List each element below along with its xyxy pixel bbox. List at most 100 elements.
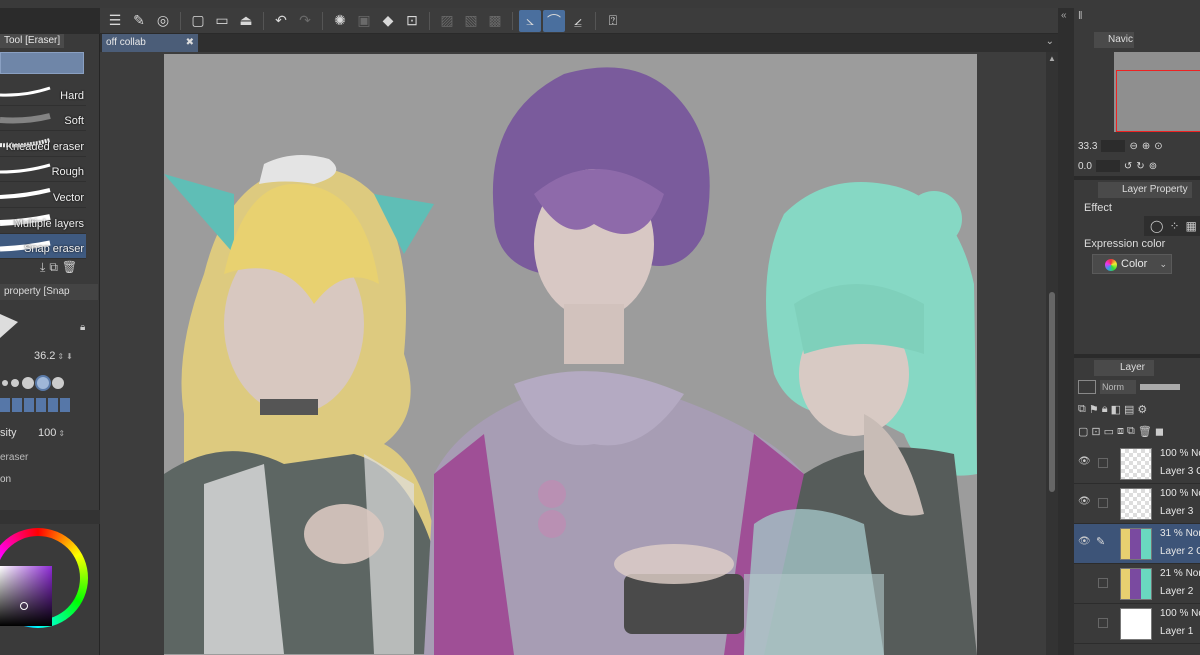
zoom-slider[interactable] [1101, 140, 1126, 152]
brush-item-soft[interactable]: Soft [0, 106, 86, 132]
select-frame-icon[interactable]: ▩ [484, 10, 506, 32]
density-preset[interactable] [36, 398, 46, 412]
sub-tool-group-header[interactable] [0, 52, 84, 74]
density-preset[interactable] [12, 398, 22, 412]
brush-item-vector[interactable]: Vector [0, 182, 86, 208]
clip-icon[interactable]: ⧉ [1078, 403, 1086, 416]
rotate-left-icon[interactable]: ↺ [1124, 161, 1132, 172]
new-raster-icon[interactable]: ▢ [1078, 425, 1088, 438]
layer-property-tab[interactable]: Layer Property [1098, 182, 1192, 198]
zoom-value[interactable]: 33.3 [1078, 141, 1097, 152]
rotate-right-icon[interactable]: ↻ [1136, 161, 1144, 172]
size-dot-preset[interactable] [37, 377, 49, 389]
open-icon[interactable]: ▭ [211, 10, 233, 32]
size-dot-preset[interactable] [2, 380, 8, 386]
size-dot-preset[interactable] [22, 377, 34, 389]
mask-icon[interactable]: ◧ [1111, 403, 1121, 416]
spin-arrows-icon[interactable]: ⇕ [57, 352, 64, 361]
brush-item-rough[interactable]: Rough [0, 157, 86, 183]
new-folder-icon[interactable]: ▭ [1104, 425, 1114, 438]
zoom-out-icon[interactable]: ⊖ [1129, 141, 1137, 152]
density-preset[interactable] [48, 398, 58, 412]
navigator-tab[interactable]: Navic [1094, 32, 1134, 48]
deselect-icon[interactable]: ▨ [436, 10, 458, 32]
help-icon[interactable]: ⍰ [602, 10, 624, 32]
layer-tab[interactable]: Layer [1094, 360, 1154, 376]
fill-icon[interactable]: ◆ [377, 10, 399, 32]
tone-effect-icon[interactable]: ⁘ [1169, 219, 1179, 233]
brush-item-hard[interactable]: Hard [0, 80, 86, 106]
eye-icon[interactable]: 👁︎ [1078, 536, 1091, 547]
canvas-workspace[interactable] [100, 52, 1046, 655]
undo-icon[interactable]: ↶ [270, 10, 292, 32]
layer-row[interactable]: 21 % Nor Layer 2 [1074, 564, 1200, 604]
crop-icon[interactable]: ▣ [353, 10, 375, 32]
size-dot-preset[interactable] [11, 379, 19, 387]
snap-ruler-icon[interactable]: ⦣ [519, 9, 541, 32]
lock-icon[interactable]: 🔒︎ [80, 322, 85, 333]
density-preset[interactable] [60, 398, 70, 412]
chevron-down-icon[interactable]: ⌄ [1046, 36, 1054, 47]
opacity-slider[interactable] [1140, 384, 1180, 390]
snap-curve-icon[interactable]: ⌒ [543, 9, 565, 32]
pressure-icon[interactable]: ⬇ [66, 352, 73, 361]
reset-rotation-icon[interactable]: ⊚ [1149, 161, 1157, 172]
spin-arrows-icon[interactable]: ⇕ [58, 429, 65, 438]
eye-icon[interactable]: 👁︎ [1078, 496, 1091, 507]
zoom-in-icon[interactable]: ⊕ [1142, 141, 1150, 152]
blend-mode-select[interactable]: Norm [1100, 380, 1136, 394]
new-vector-icon[interactable]: ⊡ [1091, 425, 1100, 438]
document-tab[interactable]: off collab ✖ [102, 34, 198, 52]
copy-layer-icon[interactable]: ⧉ [1127, 425, 1135, 438]
layer-row[interactable]: 👁︎ 100 % No Layer 3 [1074, 484, 1200, 524]
brush-item-kneaded-eraser[interactable]: Kneaded eraser [0, 131, 86, 157]
layer-row[interactable]: 100 % No Layer 1 [1074, 604, 1200, 644]
border-effect-icon[interactable]: ◯ [1150, 219, 1163, 233]
ruler-icon[interactable]: ⦤ [567, 10, 589, 32]
density-value[interactable]: 100 [38, 427, 56, 439]
brush-item-multiple-layers[interactable]: Multiple layers [0, 208, 86, 234]
layer-lock-toggle[interactable] [1098, 618, 1108, 628]
duplicate-icon[interactable]: ⧉ [49, 260, 58, 275]
chevron-up-icon[interactable]: ▲ [1048, 54, 1056, 63]
navigator-viewport-frame[interactable] [1116, 70, 1200, 132]
menu-icon[interactable]: ☰ [104, 10, 126, 32]
reference-icon[interactable]: ⚑ [1089, 403, 1099, 416]
save-icon[interactable]: ⏏ [235, 10, 257, 32]
layer-lock-toggle[interactable] [1098, 458, 1108, 468]
fit-icon[interactable]: ⊙ [1154, 141, 1162, 152]
eye-icon[interactable]: 👁︎ [1078, 456, 1091, 467]
transform-icon[interactable]: ⊡ [401, 10, 423, 32]
clear-icon[interactable]: ✺ [329, 10, 351, 32]
density-preset[interactable] [24, 398, 34, 412]
invert-selection-icon[interactable]: ▧ [460, 10, 482, 32]
tool-property-tab[interactable]: property [Snap [0, 284, 98, 300]
rotation-slider[interactable] [1095, 160, 1120, 172]
vertical-scrollbar[interactable]: ▲ [1046, 52, 1058, 655]
ruler-icon[interactable]: ▤ [1124, 403, 1134, 416]
brush-item-snap-eraser[interactable]: Snap eraser [0, 233, 86, 260]
size-dot-preset[interactable] [52, 377, 64, 389]
trash-icon[interactable]: 🗑 [62, 260, 77, 275]
tool-icon[interactable]: ✎ [128, 10, 150, 32]
mask-layer-icon[interactable]: ◼ [1155, 425, 1164, 438]
tool-panel-tab[interactable]: Tool [Eraser] [0, 34, 65, 48]
layer-row[interactable]: 👁︎ ✎ 31 % Nor Layer 2 C [1074, 524, 1200, 564]
layer-row[interactable]: 👁︎ 100 % No Layer 3 C [1074, 444, 1200, 484]
redo-icon[interactable]: ↷ [294, 10, 316, 32]
expression-color-select[interactable]: Color ⌄ [1092, 254, 1172, 274]
rotation-value[interactable]: 0.0 [1078, 161, 1092, 172]
swirl-icon[interactable]: ◎ [152, 10, 174, 32]
density-preset[interactable] [0, 398, 10, 412]
navigator-preview[interactable] [1114, 52, 1200, 132]
pause-icon[interactable]: ‖ [1078, 10, 1083, 22]
extract-line-icon[interactable]: ▦ [1186, 219, 1197, 233]
merge-icon[interactable]: ⧈ [1117, 425, 1124, 438]
lock-icon[interactable]: 🔒︎ [1102, 403, 1108, 416]
delete-layer-icon[interactable]: 🗑 [1138, 425, 1152, 438]
color-picker-cursor[interactable] [20, 602, 28, 610]
settings-icon[interactable]: ⚙ [1137, 403, 1147, 416]
layer-lock-toggle[interactable] [1098, 498, 1108, 508]
scrollbar-thumb[interactable] [1049, 292, 1055, 492]
saturation-value-square[interactable] [0, 566, 52, 626]
